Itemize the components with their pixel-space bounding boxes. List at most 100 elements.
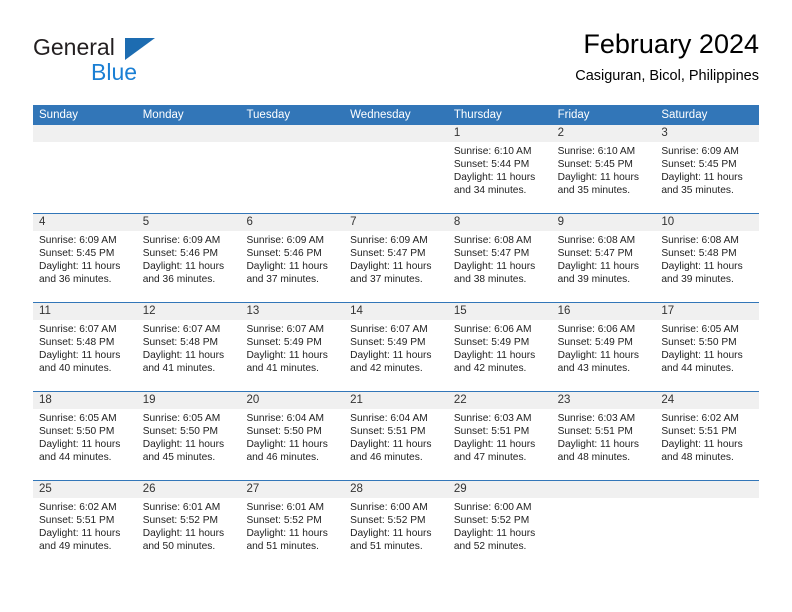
day-number[interactable]: 27 [240,481,344,498]
day-number[interactable]: 22 [448,392,552,409]
daylight-text-cont: and 41 minutes. [246,363,319,375]
sunset-text: Sunset: 5:48 PM [39,337,115,349]
day-number[interactable] [137,125,241,142]
sunset-text: Sunset: 5:46 PM [142,248,219,260]
day-number[interactable]: 24 [655,392,759,409]
sunset-text: Sunset: 5:50 PM [142,426,219,438]
sunset-text: Sunset: 5:45 PM [39,248,115,260]
day-number[interactable]: 1 [448,125,552,142]
sunset-text: Sunset: 5:49 PM [557,337,633,349]
day-number[interactable]: 3 [655,125,759,142]
sunset-text: Sunset: 5:51 PM [350,426,426,438]
day-number[interactable]: 10 [655,214,759,231]
sunrise-text: Sunrise: 6:08 AM [661,235,739,246]
general-blue-logo[interactable]: General Blue [33,34,183,90]
day-cell [552,498,656,569]
sunrise-text: Sunrise: 6:09 AM [350,235,428,246]
daylight-text-cont: and 39 minutes. [557,274,631,286]
sunrise-text: Sunrise: 6:01 AM [142,502,221,513]
day-number[interactable]: 7 [344,214,448,231]
day-number[interactable]: 19 [137,392,241,409]
sunrise-text: Sunrise: 6:06 AM [557,324,636,335]
daylight-text: Daylight: 11 hours [661,350,743,362]
daylight-text: Daylight: 11 hours [453,350,536,362]
day-number[interactable]: 8 [448,214,552,231]
day-number[interactable]: 21 [344,392,448,409]
day-number[interactable]: 16 [552,303,656,320]
day-number[interactable]: 13 [240,303,344,320]
day-cell [344,142,448,213]
day-number[interactable]: 23 [552,392,656,409]
daylight-text-cont: and 42 minutes. [350,363,423,375]
day-cell: Sunrise: 6:04 AM Sunset: 5:51 PM Dayligh… [344,409,448,480]
sunrise-text: Sunrise: 6:09 AM [142,235,221,246]
location-subtitle: Casiguran, Bicol, Philippines [575,68,759,84]
daylight-text: Daylight: 11 hours [246,350,328,362]
day-number[interactable]: 12 [137,303,241,320]
day-cell: Sunrise: 6:03 AM Sunset: 5:51 PM Dayligh… [448,409,552,480]
sunset-text: Sunset: 5:45 PM [557,159,633,171]
day-number[interactable]: 15 [448,303,552,320]
weekday-header-wednesday: Wednesday [350,109,411,121]
weekday-header-sunday: Sunday [39,109,79,121]
day-cell: Sunrise: 6:10 AM Sunset: 5:44 PM Dayligh… [448,142,552,213]
sunset-text: Sunset: 5:52 PM [142,515,219,527]
daylight-text-cont: and 50 minutes. [142,541,216,553]
weekday-header-thursday: Thursday [453,109,502,121]
daylight-text: Daylight: 11 hours [661,172,743,184]
daylight-text: Daylight: 11 hours [246,528,328,540]
day-number[interactable]: 11 [33,303,137,320]
day-cell: Sunrise: 6:04 AM Sunset: 5:50 PM Dayligh… [240,409,344,480]
sunrise-text: Sunrise: 6:10 AM [453,146,532,157]
day-cell: Sunrise: 6:07 AM Sunset: 5:49 PM Dayligh… [344,320,448,391]
day-number[interactable]: 17 [655,303,759,320]
sunset-text: Sunset: 5:49 PM [453,337,530,349]
day-number[interactable]: 4 [33,214,137,231]
weekday-header-saturday: Saturday [661,109,708,121]
daylight-text: Daylight: 11 hours [39,439,121,451]
daylight-text-cont: and 34 minutes. [453,185,527,197]
sunrise-text: Sunrise: 6:07 AM [142,324,221,335]
day-number[interactable]: 26 [137,481,241,498]
day-number[interactable]: 28 [344,481,448,498]
daylight-text-cont: and 46 minutes. [350,452,423,464]
sunset-text: Sunset: 5:50 PM [39,426,115,438]
day-number[interactable]: 29 [448,481,552,498]
sunset-text: Sunset: 5:52 PM [453,515,530,527]
day-number[interactable]: 6 [240,214,344,231]
sunrise-text: Sunrise: 6:10 AM [557,146,636,157]
sunset-text: Sunset: 5:47 PM [557,248,633,260]
day-cell: Sunrise: 6:08 AM Sunset: 5:48 PM Dayligh… [655,231,759,302]
masthead: General Blue February 2024 Casiguran, Bi… [33,28,759,100]
day-cell: Sunrise: 6:09 AM Sunset: 5:46 PM Dayligh… [137,231,241,302]
calendar-week-row: 18 19 20 21 22 23 24 Sunrise: 6:05 AM Su… [33,392,759,481]
daylight-text: Daylight: 11 hours [453,439,536,451]
daylight-text: Daylight: 11 hours [142,350,225,362]
day-number[interactable]: 5 [137,214,241,231]
day-number[interactable] [552,481,656,498]
sunset-text: Sunset: 5:45 PM [661,159,737,171]
day-cell: Sunrise: 6:07 AM Sunset: 5:48 PM Dayligh… [33,320,137,391]
day-number[interactable] [655,481,759,498]
day-number[interactable]: 20 [240,392,344,409]
sunset-text: Sunset: 5:48 PM [661,248,737,260]
day-number[interactable] [344,125,448,142]
daylight-text-cont: and 43 minutes. [557,363,631,375]
sunrise-text: Sunrise: 6:08 AM [557,235,636,246]
day-number[interactable]: 14 [344,303,448,320]
weekday-header-friday: Friday [557,109,590,121]
day-cell: Sunrise: 6:02 AM Sunset: 5:51 PM Dayligh… [655,409,759,480]
day-number[interactable]: 2 [552,125,656,142]
daylight-text-cont: and 44 minutes. [661,363,734,375]
sunset-text: Sunset: 5:51 PM [453,426,530,438]
day-detail-band: Sunrise: 6:07 AM Sunset: 5:48 PM Dayligh… [33,320,759,391]
day-number[interactable] [33,125,137,142]
day-number[interactable]: 18 [33,392,137,409]
day-number[interactable] [240,125,344,142]
sunrise-text: Sunrise: 6:04 AM [350,413,428,424]
sunrise-text: Sunrise: 6:05 AM [142,413,221,424]
day-cell: Sunrise: 6:00 AM Sunset: 5:52 PM Dayligh… [344,498,448,569]
day-number[interactable]: 9 [552,214,656,231]
sunset-text: Sunset: 5:49 PM [350,337,426,349]
day-number[interactable]: 25 [33,481,137,498]
